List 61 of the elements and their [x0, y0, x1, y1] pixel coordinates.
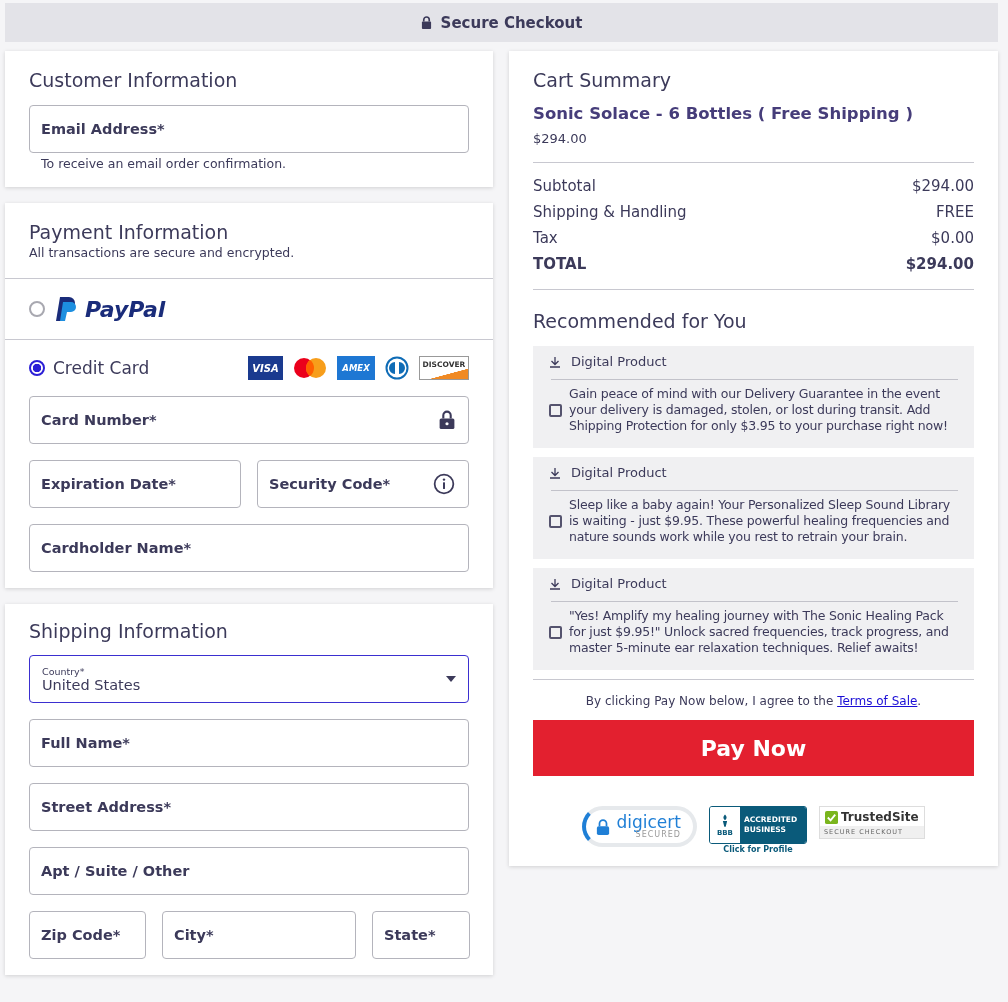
card-number-field[interactable]: Card Number*	[29, 396, 469, 444]
section-title: Customer Information	[29, 69, 239, 91]
product-name: Sonic Solace - 6 Bottles ( Free Shipping )	[533, 104, 914, 123]
paypal-logo: PayPal	[85, 296, 166, 322]
summary-label: Tax	[533, 229, 558, 247]
summary-label: Shipping & Handling	[533, 203, 687, 221]
zip-code-field[interactable]: Zip Code*	[29, 911, 146, 959]
mastercard-icon	[293, 357, 327, 379]
city-field[interactable]: City*	[162, 911, 356, 959]
download-icon	[549, 355, 561, 368]
radio-button[interactable]	[29, 360, 45, 376]
apartment-field[interactable]: Apt / Suite / Other	[29, 847, 469, 895]
offer-text: Gain peace of mind with our Delivery Guarantee in the event your delivery is damaged, stolen, or lost during transit. Add Shipping Protection for only $3.95 to your purchase right now!	[569, 386, 949, 434]
country-select[interactable]: Country* United States	[29, 655, 469, 703]
security-code-field[interactable]: Security Code*	[257, 460, 469, 508]
payment-option-label: Credit Card	[53, 358, 150, 378]
download-icon	[549, 577, 561, 590]
full-name-field[interactable]: Full Name*	[29, 719, 469, 767]
digicert-badge: digicert SECURED	[582, 806, 697, 847]
offer-text: Sleep like a baby again! Your Personalized Sleep Sound Library is waiting - just $9.95. These powerful healing frequencies and nature sounds work while you rest to retrain your brain.	[569, 497, 952, 545]
section-title: Shipping Information	[29, 620, 229, 642]
pay-now-button[interactable]: Pay Now	[533, 720, 974, 776]
visa-logo: VISA	[248, 356, 283, 380]
summary-value: $294.00	[911, 177, 974, 195]
lock-icon	[420, 16, 432, 29]
diners-club-icon	[385, 356, 409, 380]
summary-value: $294.00	[905, 255, 974, 273]
section-title: Recommended for You	[533, 310, 748, 332]
email-field[interactable]: Email Address*	[29, 105, 469, 153]
summary-label: Subtotal	[533, 177, 596, 195]
summary-label: TOTAL	[533, 255, 587, 273]
section-title: Cart Summary	[533, 69, 673, 91]
radio-button[interactable]	[29, 301, 45, 317]
offer-tag: Digital Product	[571, 576, 667, 591]
checkbox[interactable]	[549, 514, 562, 528]
paypal-logo-icon	[55, 296, 77, 322]
summary-value: $0.00	[931, 229, 974, 247]
lock-icon	[596, 818, 611, 835]
section-title: Payment Information	[29, 221, 230, 243]
cardholder-name-field[interactable]: Cardholder Name*	[29, 524, 469, 572]
download-icon	[549, 466, 561, 479]
lock-icon	[439, 410, 455, 429]
offer-tag: Digital Product	[571, 354, 667, 369]
profile-link[interactable]: Click for Profile	[723, 845, 793, 854]
product-price: $294.00	[533, 131, 588, 146]
caret-icon	[446, 676, 456, 682]
checkbox[interactable]	[549, 625, 562, 639]
amex-logo: AMEX	[337, 356, 375, 380]
section-subtitle: All transactions are secure and encrypted.	[29, 245, 296, 260]
expiration-date-field[interactable]: Expiration Date*	[29, 460, 241, 508]
checkbox[interactable]	[549, 403, 562, 417]
email-hint: To receive an email order confirmation.	[40, 155, 288, 171]
offer-text: "Yes! Amplify my healing journey with The Sonic Healing Pack for just $9.95!" Unlock sacred frequencies, track progress, and master 5-minute ear relaxation techniques. Relief awaits!	[569, 608, 950, 656]
agreement-text: By clicking Pay Now below, I agree to the Terms of Sale.	[584, 694, 923, 708]
street-address-field[interactable]: Street Address*	[29, 783, 469, 831]
check-icon	[824, 810, 838, 824]
state-field[interactable]: State*	[372, 911, 470, 959]
info-icon[interactable]	[433, 473, 455, 495]
summary-value: FREE	[936, 203, 974, 221]
offer-tag: Digital Product	[571, 465, 667, 480]
page-title: Secure Checkout	[440, 13, 583, 32]
